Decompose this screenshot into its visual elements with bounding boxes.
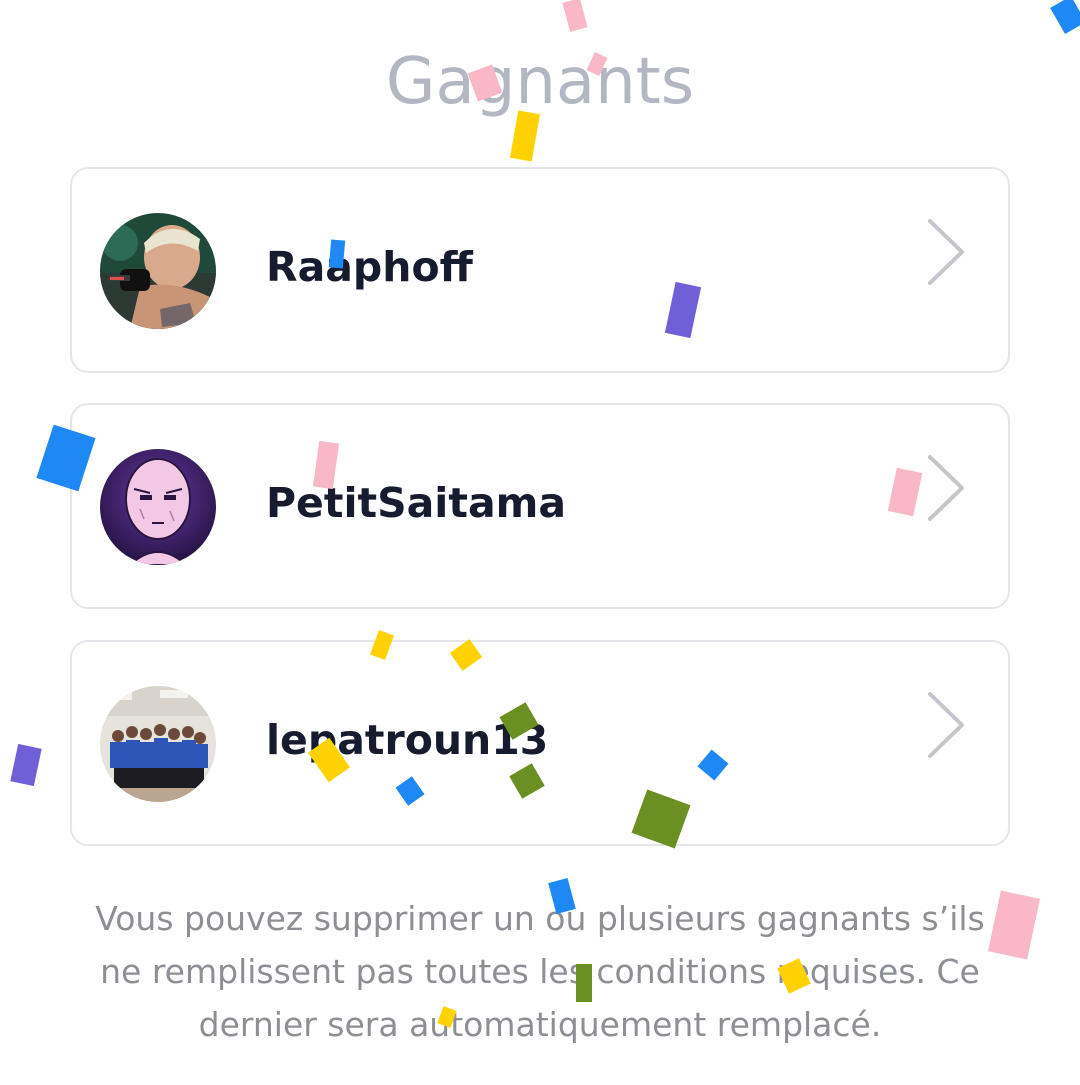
winner-card-lepatroun13[interactable]: lepatroun13 <box>70 640 1010 846</box>
page-title: Gagnants <box>385 45 695 119</box>
winner-name: PetitSaitama <box>266 479 567 527</box>
winner-name: lepatroun13 <box>266 716 549 764</box>
chevron-right-icon <box>928 692 964 758</box>
confetti-piece <box>10 743 42 787</box>
chevron-right-icon <box>928 455 964 521</box>
confetti-piece <box>562 0 588 32</box>
winner-name: Raaphoff <box>266 243 473 291</box>
winner-avatar <box>100 449 216 565</box>
footnote-text: Vous pouvez supprimer un ou plusieurs ga… <box>95 899 985 1044</box>
winner-card-petitsaitama[interactable]: PetitSaitama <box>70 403 1010 609</box>
winner-card-raaphoff[interactable]: Raaphoff <box>70 167 1010 373</box>
winner-avatar <box>100 686 216 802</box>
confetti-piece <box>1050 0 1080 34</box>
chevron-right-icon <box>928 219 964 285</box>
winner-avatar <box>100 213 216 329</box>
